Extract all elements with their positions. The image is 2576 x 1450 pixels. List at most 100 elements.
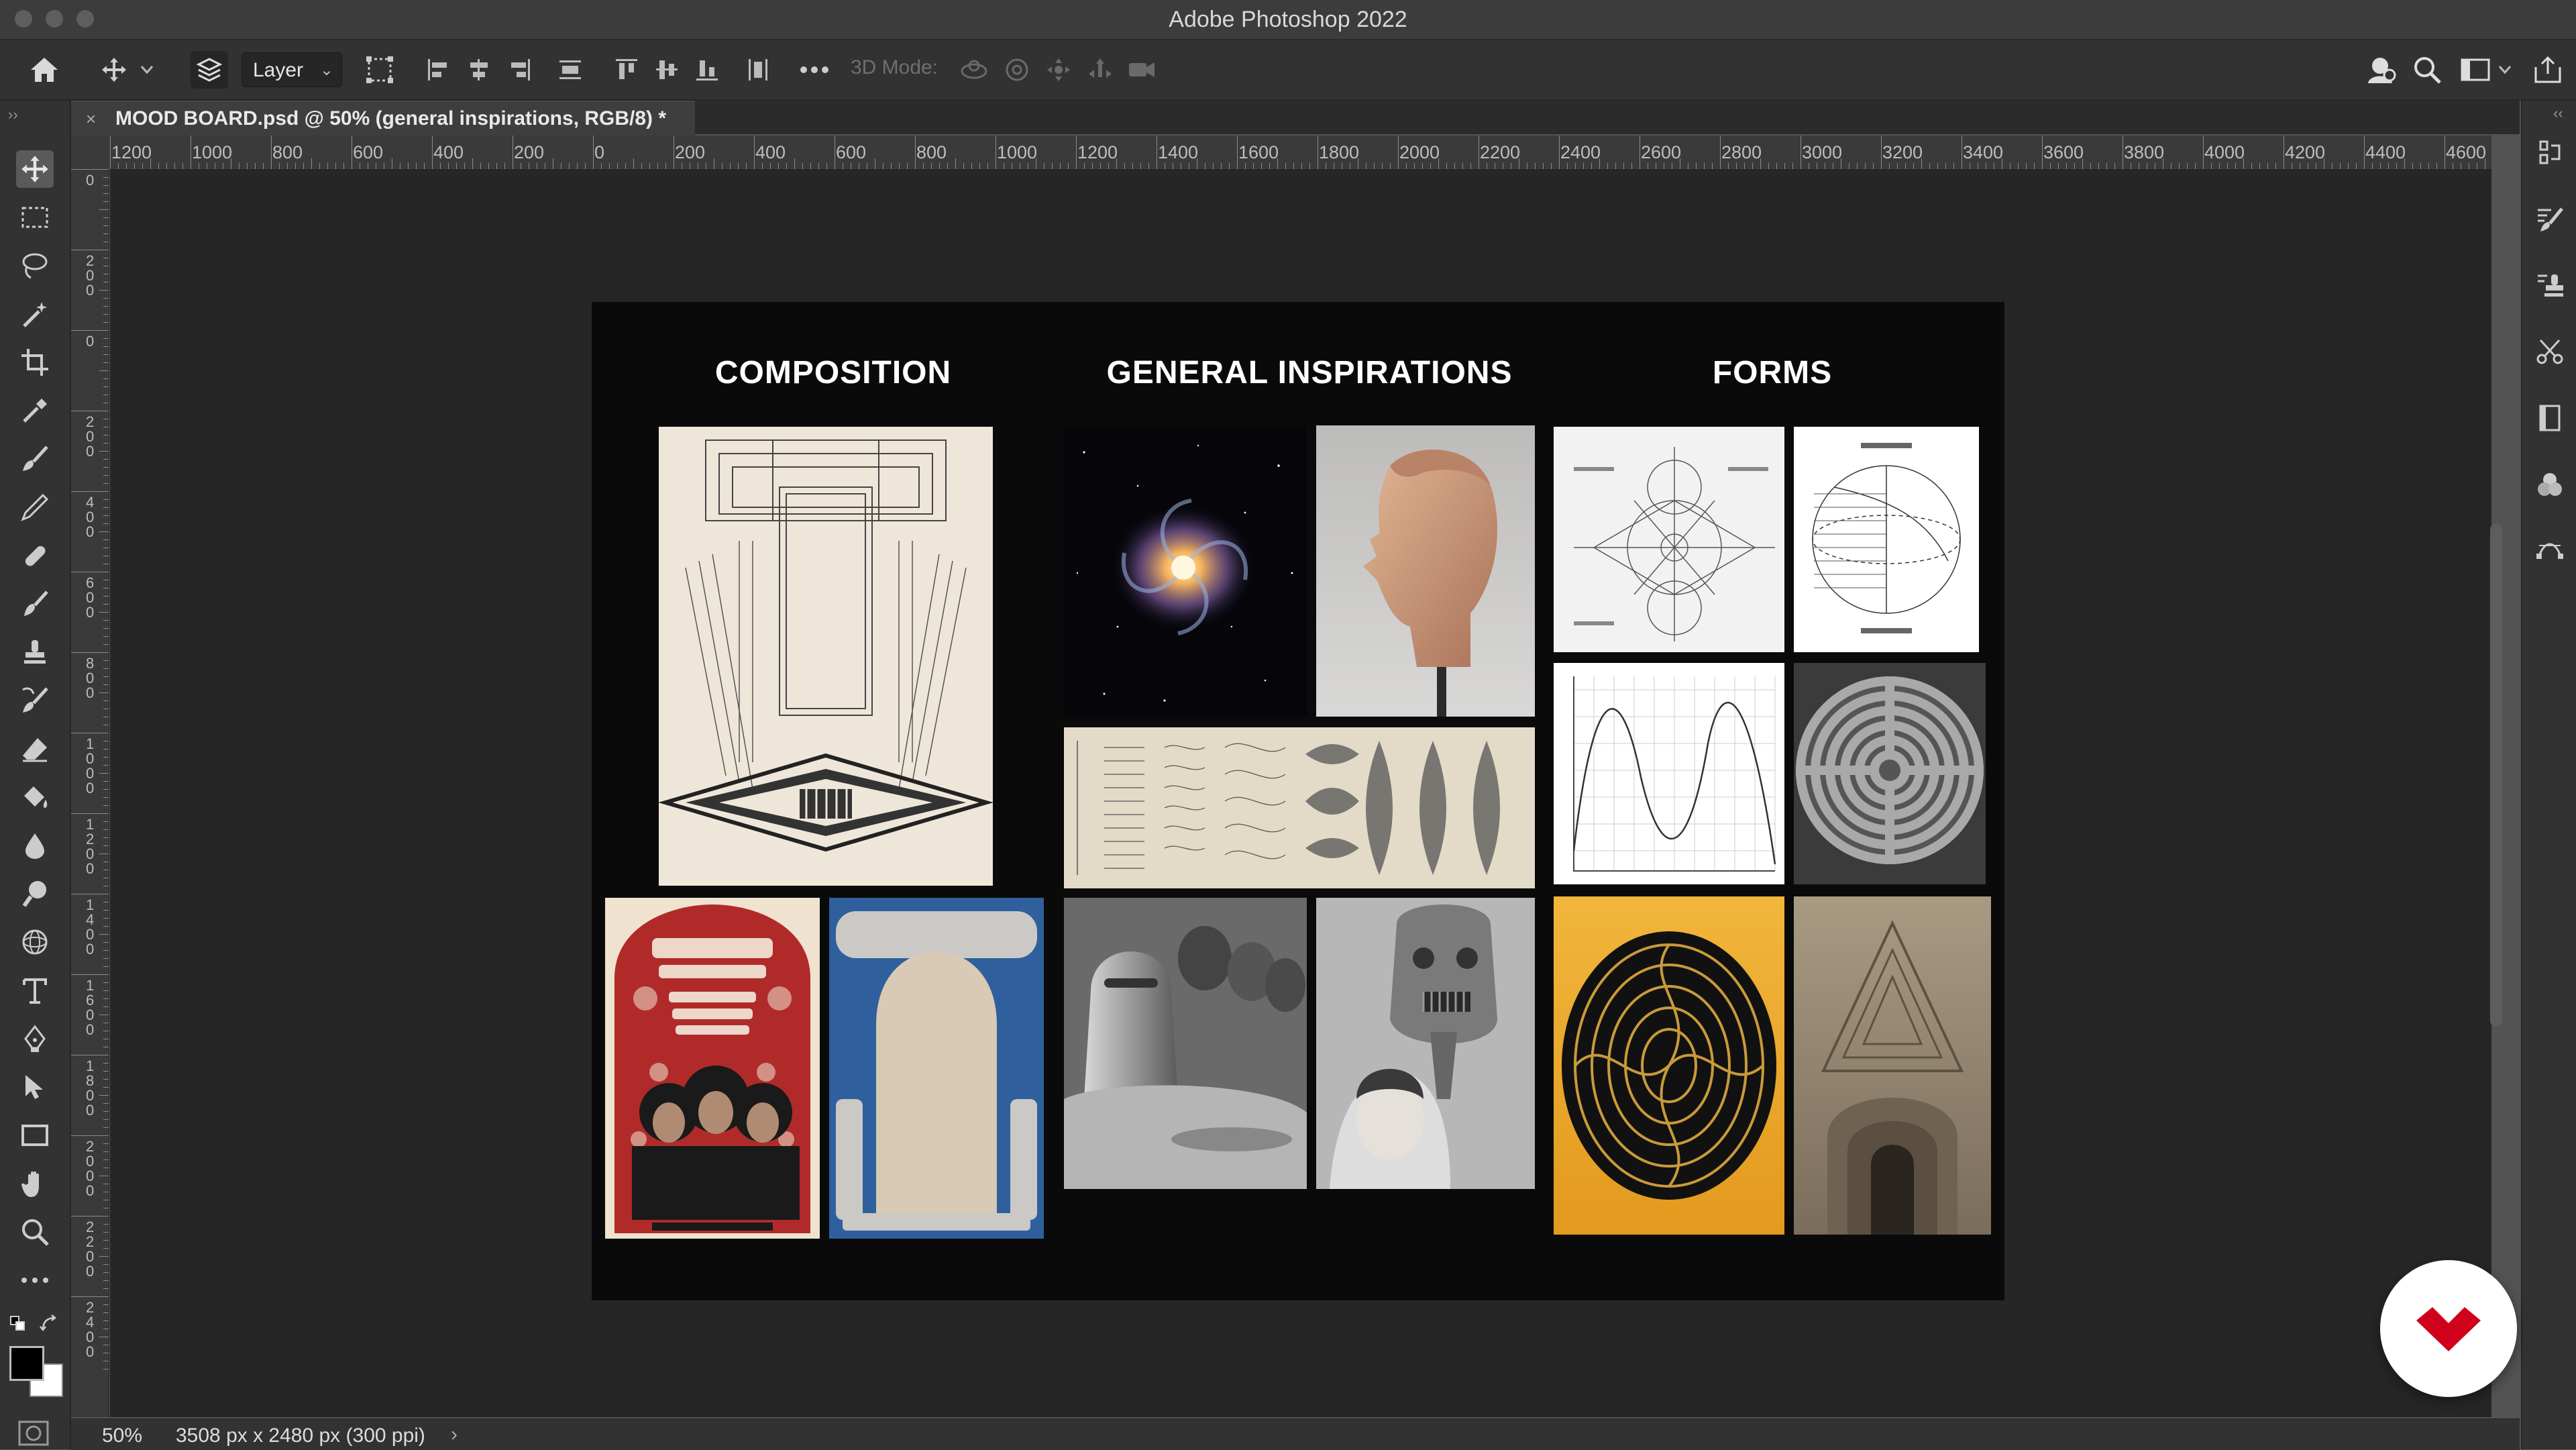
search-button[interactable] <box>2408 51 2446 89</box>
3d-pan-button[interactable] <box>1040 51 1077 89</box>
marquee-tool[interactable] <box>16 199 54 236</box>
ruler-tick-mark <box>1792 163 1793 169</box>
3d-roll-button[interactable] <box>998 51 1036 89</box>
align-right-button[interactable] <box>500 51 538 89</box>
ruler-tick-label: 1200 <box>1077 142 1118 162</box>
clone-stamp-tool[interactable] <box>16 633 54 671</box>
mood-board-artboard[interactable]: COMPOSITION GENERAL INSPIRATIONS FORMS <box>592 302 2004 1300</box>
art-deco-drawing-image[interactable] <box>659 427 993 886</box>
3d-scale-button[interactable] <box>1123 51 1161 89</box>
transform-controls-toggle[interactable] <box>361 51 398 89</box>
ruler-corner[interactable] <box>71 136 110 169</box>
ruler-tick-mark <box>1559 136 1560 169</box>
foreground-color-swatch[interactable] <box>9 1346 44 1381</box>
pen-tool[interactable] <box>16 1020 54 1057</box>
distribute-horizontal-button[interactable] <box>739 51 777 89</box>
share-people-button[interactable] <box>2363 51 2400 89</box>
geometric-technical-drawing-image[interactable] <box>1554 427 1784 652</box>
align-middle-button[interactable] <box>648 51 686 89</box>
ruler-tick-label: 3000 <box>1802 142 1843 162</box>
distribute-vertical-button[interactable] <box>551 51 589 89</box>
lasso-tool[interactable] <box>16 247 54 284</box>
align-top-button[interactable] <box>608 51 645 89</box>
labyrinth-pattern-image[interactable] <box>1794 663 1986 884</box>
auto-select-target-dropdown[interactable]: Layer ⌄ <box>241 52 342 87</box>
align-left-button[interactable] <box>420 51 458 89</box>
paint-bucket-tool[interactable] <box>16 778 54 816</box>
church-portal-photo-image[interactable] <box>1794 896 1991 1235</box>
paths-panel-button[interactable] <box>2532 533 2568 569</box>
rectangle-tool[interactable] <box>16 1117 54 1154</box>
sphere-construction-diagram-image[interactable] <box>1794 427 1979 652</box>
collapse-tools-icon[interactable]: ›› <box>8 106 18 123</box>
history-panel-button[interactable] <box>2532 136 2568 172</box>
ruler-tick-mark <box>496 163 497 169</box>
move-preset-chevron[interactable] <box>137 51 157 89</box>
move-tool[interactable] <box>16 150 54 188</box>
robot-and-woman-photo-image[interactable] <box>1316 898 1535 1189</box>
magic-wand-tool[interactable] <box>16 295 54 333</box>
pencil-tool[interactable] <box>16 488 54 526</box>
clone-source-button[interactable] <box>2532 267 2568 303</box>
quick-mask-button[interactable] <box>17 1420 50 1447</box>
mixer-brush-tool[interactable] <box>16 585 54 623</box>
home-button[interactable] <box>25 51 63 89</box>
ruler-tick-mark <box>826 163 827 169</box>
document-tab[interactable]: × MOOD BOARD.psd @ 50% (general inspirat… <box>71 101 695 136</box>
more-options-button[interactable] <box>796 51 833 89</box>
harmonic-curves-chart-image[interactable] <box>1064 727 1535 888</box>
golden-moire-pattern-image[interactable] <box>1554 896 1784 1235</box>
history-brush-tool[interactable] <box>16 682 54 719</box>
3d-slide-icon <box>1089 58 1112 78</box>
healing-brush-tool[interactable] <box>16 537 54 574</box>
ruler-tick-mark <box>1768 163 1769 169</box>
eyedropper-tool[interactable] <box>16 392 54 429</box>
workspace-chevron[interactable] <box>2497 51 2513 89</box>
close-tab-icon[interactable]: × <box>86 109 96 130</box>
align-center-h-button[interactable] <box>460 51 498 89</box>
jimi-hendrix-poster-image[interactable] <box>605 898 820 1239</box>
3d-material-tool[interactable] <box>16 923 54 961</box>
move-tool-preset-button[interactable] <box>95 51 133 89</box>
tool-presets-button[interactable] <box>2532 333 2568 369</box>
status-info-chevron[interactable]: › <box>451 1423 458 1446</box>
ruler-tick-mark <box>2388 163 2389 169</box>
ruler-tick-mark <box>103 628 109 629</box>
workspace-switcher-button[interactable] <box>2457 51 2494 89</box>
channels-panel-button[interactable] <box>2532 467 2568 503</box>
collapse-panels-icon[interactable]: ‹‹ <box>2553 105 2563 122</box>
zoom-level-field[interactable]: 50% <box>102 1425 142 1447</box>
vertical-ruler[interactable]: 0 200 0 200 400 600 800 1000 1200 1400 1600 1800 200… <box>71 169 109 1417</box>
brush-tool[interactable] <box>16 440 54 478</box>
spiral-galaxy-image[interactable] <box>1064 425 1307 717</box>
share-button[interactable] <box>2529 51 2567 89</box>
edit-toolbar-button[interactable] <box>16 1261 54 1299</box>
ruler-tick-mark <box>1454 163 1455 169</box>
path-selection-tool[interactable] <box>16 1068 54 1106</box>
eraser-tool[interactable] <box>16 730 54 768</box>
default-colors-icon[interactable] <box>9 1315 27 1333</box>
vertical-scrollbar[interactable] <box>2490 523 2502 1027</box>
dodge-tool[interactable] <box>16 875 54 913</box>
swap-colors-icon[interactable] <box>39 1314 59 1334</box>
ruler-tick-mark <box>746 163 747 169</box>
sine-wave-graph-image[interactable] <box>1554 663 1784 884</box>
align-bottom-button[interactable] <box>688 51 726 89</box>
crop-tool[interactable] <box>16 344 54 381</box>
ruler-tick-mark <box>99 370 109 371</box>
classical-sculpture-head-image[interactable] <box>1316 425 1535 717</box>
3d-orbit-button[interactable] <box>955 51 993 89</box>
type-tool[interactable] <box>16 972 54 1009</box>
properties-panel-button[interactable] <box>2532 400 2568 436</box>
ruler-tick-mark <box>1470 163 1471 169</box>
brush-settings-button[interactable] <box>2532 201 2568 238</box>
horizontal-ruler[interactable]: 1200 1000 800 600 400 200 0 200 400 600 800 1000 120… <box>110 136 2491 170</box>
blur-tool[interactable] <box>16 827 54 864</box>
auto-select-toggle[interactable] <box>191 51 228 89</box>
hand-tool[interactable] <box>16 1165 54 1202</box>
3d-slide-button[interactable] <box>1081 51 1119 89</box>
zoom-tool[interactable] <box>16 1213 54 1251</box>
blue-psychedelic-poster-image[interactable] <box>829 898 1044 1239</box>
canvas-area[interactable]: COMPOSITION GENERAL INSPIRATIONS FORMS <box>110 169 2491 1417</box>
robot-film-still-image[interactable] <box>1064 898 1307 1189</box>
